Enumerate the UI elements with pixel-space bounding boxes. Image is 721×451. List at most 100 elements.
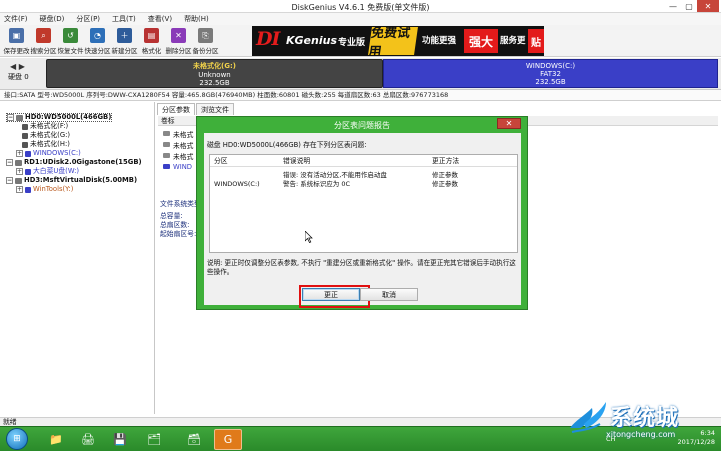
delete-partition-icon: ✕ [171, 28, 186, 43]
dialog-body: 磁盘 HD0:WD5000L(466GB) 存在下列分区表问题: 分区 错误说明… [204, 133, 521, 305]
taskbar-app-icon[interactable]: 🗃 [180, 429, 208, 450]
collapse-toggle[interactable]: − [6, 159, 13, 166]
tree-disk-hd0[interactable]: − HD0:WD5000L(466GB) [6, 113, 113, 122]
taskbar-drive-icon[interactable]: 💾 [106, 429, 134, 450]
partition-icon [22, 132, 28, 139]
tree-partition-g[interactable]: 未格式化(G:) [22, 131, 70, 140]
powerful-badge: 强大 [464, 29, 498, 53]
tree-partition-c[interactable]: + WINDOWS(C:) [16, 149, 81, 158]
format-label: 格式化 [141, 47, 162, 55]
free-trial-badge: 免费试用 [367, 26, 418, 56]
recover-file-button[interactable]: ↺ 恢复文件 [57, 25, 84, 56]
table-row[interactable]: 未格式 [163, 140, 193, 150]
disk-label-text: 硬盘 0 [8, 73, 29, 81]
brand-logo: DI [256, 28, 280, 50]
tree-item-label: WinTools(Y:) [33, 185, 74, 193]
table-row[interactable]: 未格式 [163, 151, 193, 161]
row-desc: 警告: 系统标识应为 0C [283, 180, 350, 188]
backup-partition-icon: ⎘ [198, 28, 213, 43]
tree-partition-h[interactable]: 未格式化(H:) [22, 140, 70, 149]
total-capacity-label: 总容量: [160, 212, 183, 220]
disk-tree-panel: − HD0:WD5000L(466GB) 未格式化(F:) 未格式化(G:) 未… [0, 102, 155, 414]
disk-nav-arrows[interactable]: ◀ ▶ [10, 62, 25, 71]
partition-icon [25, 168, 31, 175]
problem-list-header: 分区 错误说明 更正方法 [210, 155, 517, 167]
table-row[interactable]: 未格式 [163, 129, 194, 139]
taskbar-tool-icon[interactable]: 🗂 [140, 429, 168, 450]
recover-file-icon: ↺ [63, 28, 78, 43]
table-row[interactable]: WIND [163, 162, 192, 171]
menu-view[interactable]: 查看(V) [148, 14, 172, 24]
menu-partition[interactable]: 分区(P) [76, 14, 100, 24]
table-cell: WIND [173, 162, 193, 171]
menu-tools[interactable]: 工具(T) [112, 14, 136, 24]
col-partition: 分区 [214, 157, 228, 165]
search-partition-button[interactable]: ⌕ 搜索分区 [30, 25, 57, 56]
ad-banner[interactable]: DI KGenius 专业版 免费试用 功能更强 强大 服务更 贴 [252, 26, 544, 56]
problem-list[interactable]: 分区 错误说明 更正方法 错误: 没有活动分区,不能用作启动盘 修正参数 WIN… [209, 154, 518, 253]
service-text: 服务更 [500, 36, 526, 46]
partition-table-problem-dialog: 分区表问题报告 ✕ 磁盘 HD0:WD5000L(466GB) 存在下列分区表问… [196, 116, 528, 310]
list-item[interactable]: 错误: 没有活动分区,不能用作启动盘 修正参数 [210, 171, 517, 180]
tree-item-label: 大白菜U盘(W:) [33, 167, 80, 175]
tree-item-label: HD0:WD5000L(466GB) [25, 113, 112, 121]
dialog-close-button[interactable]: ✕ [497, 118, 521, 129]
format-button[interactable]: ▤ 格式化 [139, 25, 164, 56]
partition-icon [163, 131, 170, 136]
start-sector-label: 起始扇区号: [160, 230, 197, 238]
pro-edition-text: 专业版 [338, 38, 366, 48]
cancel-button[interactable]: 取消 [360, 288, 418, 301]
tree-disk-hd3[interactable]: − HD3:MsftVirtualDisk(5.00MB) [6, 176, 137, 185]
quick-partition-label: 快速分区 [84, 47, 111, 55]
maximize-button[interactable]: ▢ [681, 0, 697, 12]
start-button[interactable]: ⊞ [6, 428, 28, 450]
tab-browse-files[interactable]: 浏览文件 [196, 103, 234, 115]
recover-file-label: 恢复文件 [57, 47, 84, 55]
table-cell: 未格式 [173, 130, 194, 139]
partition-size: 232.5GB [535, 77, 566, 86]
tree-item-label: 未格式化(G:) [30, 131, 71, 139]
menu-disk[interactable]: 硬盘(D) [40, 14, 65, 24]
delete-partition-label: 删除分区 [165, 47, 192, 55]
tree-item-label: 未格式化(F:) [30, 122, 69, 130]
more-features-text: 功能更强 [422, 36, 457, 46]
taskbar-explorer-icon[interactable]: 📁 [42, 429, 70, 450]
partition-block-c[interactable]: WINDOWS(C:) FAT32 232.5GB [383, 59, 718, 88]
tree-partition-f[interactable]: 未格式化(F:) [22, 122, 68, 131]
search-partition-label: 搜索分区 [30, 47, 57, 55]
taskbar-printer-icon[interactable]: 🖨 [74, 429, 102, 450]
partition-block-g[interactable]: 未格式化(G:) Unknown 232.5GB [46, 59, 383, 88]
collapse-toggle[interactable]: − [6, 177, 13, 184]
expand-toggle[interactable]: + [16, 168, 23, 175]
tree-disk-rd1[interactable]: − RD1:UDisk2.0Gigastone(15GB) [6, 158, 142, 167]
mouse-cursor-icon [305, 231, 313, 243]
usb-disk-icon [15, 159, 22, 166]
expand-toggle[interactable]: + [16, 150, 23, 157]
delete-partition-button[interactable]: ✕ 删除分区 [165, 25, 192, 56]
taskbar-diskgenius-icon[interactable]: G [214, 429, 242, 450]
partition-size: 232.5GB [199, 78, 230, 87]
disk-info-bar: 接口:SATA 型号:WD5000L 序列号:DWW-CXA1280F54 容量… [0, 90, 721, 101]
tab-partition-params[interactable]: 分区参数 [157, 103, 195, 115]
partition-icon [163, 164, 170, 169]
menu-help[interactable]: 帮助(H) [184, 14, 209, 24]
tree-partition-y[interactable]: + WinTools(Y:) [16, 185, 73, 194]
watermark-text: 系统城 [610, 406, 680, 431]
dialog-intro-text: 磁盘 HD0:WD5000L(466GB) 存在下列分区表问题: [207, 141, 367, 149]
tree-partition-w[interactable]: + 大白菜U盘(W:) [16, 167, 79, 176]
expand-toggle[interactable]: + [16, 186, 23, 193]
backup-partition-label: 备份分区 [192, 47, 219, 55]
collapse-toggle[interactable]: − [7, 114, 14, 121]
disk-icon [16, 114, 23, 121]
new-partition-button[interactable]: ＋ 新建分区 [112, 25, 138, 56]
list-item[interactable]: WINDOWS(C:) 警告: 系统标识应为 0C 修正参数 [210, 180, 517, 189]
menu-file[interactable]: 文件(F) [4, 14, 28, 24]
backup-partition-button[interactable]: ⎘ 备份分区 [192, 25, 219, 56]
col-fix-method: 更正方法 [432, 157, 460, 165]
partition-icon [25, 150, 31, 157]
close-button[interactable]: ✕ [697, 0, 719, 12]
search-partition-icon: ⌕ [36, 28, 51, 43]
quick-partition-button[interactable]: ◔ 快速分区 [84, 25, 111, 56]
minimize-button[interactable]: — [665, 0, 681, 12]
save-button[interactable]: ▣ 保存更改 [4, 25, 30, 56]
